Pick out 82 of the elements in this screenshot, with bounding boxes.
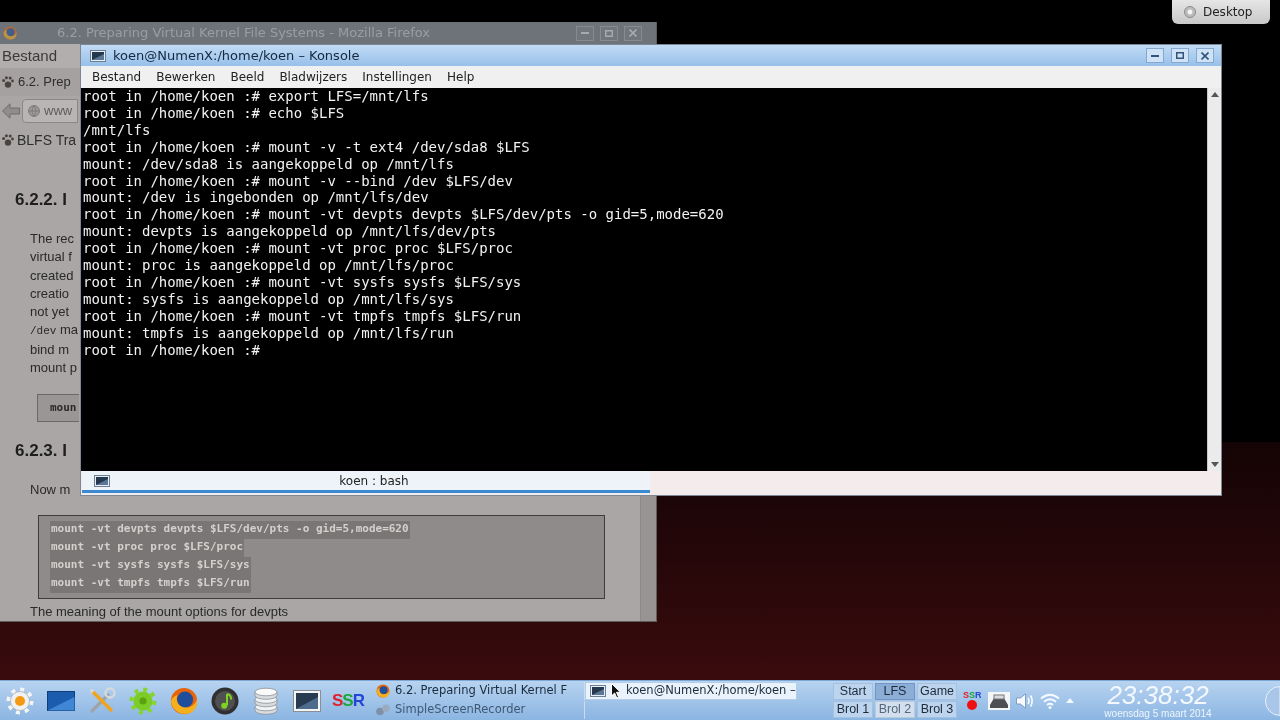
tools-icon[interactable] [88, 686, 116, 715]
monitor-icon [90, 49, 106, 62]
terminal-line: mount: proc is aangekoppeld op /mnt/lfs/proc [83, 257, 455, 274]
terminal-line: mount: devpts is aangekoppeld op /mnt/lfs/dev/pts [83, 223, 497, 241]
maximize-icon [1176, 52, 1184, 59]
music-note-icon[interactable] [211, 686, 239, 715]
mouse-pointer-icon [611, 683, 621, 699]
menu-item[interactable]: Bewerken [156, 68, 216, 86]
section-heading: 6.2.3. I [15, 440, 67, 463]
clock-time: 23:38:32 [1107, 681, 1209, 708]
globe-icon [28, 105, 40, 117]
wifi-icon[interactable] [1039, 692, 1060, 709]
browser-tab[interactable]: 6.2. Prep [2, 72, 71, 92]
command-snippet: moun [37, 394, 79, 423]
recorder-icon [376, 704, 390, 716]
desktop-switch[interactable]: Brol 2 [875, 701, 915, 718]
window-title: koen@NumenX:/home/koen – Konsole [113, 46, 360, 65]
browser-icon[interactable] [170, 686, 198, 715]
close-icon [629, 29, 637, 37]
terminal-line: root in /home/koen :# mount -vt tmpfs tmpfs $LFS/run [83, 307, 523, 325]
close-icon [1201, 51, 1209, 60]
minimize-icon [581, 32, 589, 34]
scrollbar[interactable] [1207, 88, 1221, 471]
device-icon[interactable] [987, 691, 1010, 710]
paragraph-text: The rec virtual f created creatio not yet /dev ma bind m mount p [30, 230, 79, 378]
terminal-line: root in /home/koen :# mount -v -t ext4 /dev/sda8 $LFS [83, 138, 531, 156]
desktop-switch[interactable]: Brol 3 [917, 701, 957, 718]
paragraph-text: The meaning of the mount options for devpts [30, 602, 288, 621]
terminal-line: mount: sysfs is aangekoppeld op /mnt/lfs/sys [83, 290, 455, 308]
clock-date: woensdag 5 maart 2014 [1104, 707, 1212, 720]
terminal-line: root in /home/koen :# echo $LFS [83, 104, 346, 122]
close-button[interactable] [1196, 48, 1214, 63]
terminal-line: root in /home/koen :# mount -vt devpts devpts $LFS/dev/pts -o gid=5,mode=620 [83, 206, 725, 224]
terminal-line: root in /home/koen :# [83, 341, 261, 359]
volume-icon[interactable] [1015, 692, 1034, 709]
toolbox-icon[interactable] [1264, 685, 1280, 716]
terminal-line: mount: /dev/sda8 is aangekoppeld op /mnt/lfs [83, 155, 455, 173]
database-icon[interactable] [252, 686, 280, 715]
terminal-tab[interactable]: koen : bash [82, 471, 650, 493]
desktop-switch[interactable]: Brol 1 [833, 701, 873, 718]
section-heading: 6.2.2. I [15, 189, 67, 211]
app-logo[interactable]: SSR [332, 692, 364, 709]
gear-icon[interactable] [129, 686, 157, 715]
menu-item[interactable]: Beeld [230, 68, 265, 86]
maximize-button[interactable] [1171, 48, 1189, 63]
maximize-icon [605, 29, 613, 37]
terminal-line: /mnt/lfs [83, 121, 152, 139]
paragraph-text: Now m [30, 481, 71, 500]
menu-item[interactable]: Help [446, 68, 475, 86]
desktop-switch[interactable]: Game [917, 683, 957, 700]
terminal-line: mount: /dev is ingebonden op /mnt/lfs/dev [83, 189, 430, 207]
monitor-icon[interactable] [293, 689, 321, 712]
menu-item[interactable]: Bestand [92, 68, 142, 86]
task-button[interactable]: SimpleScreenRecorder [372, 701, 585, 719]
minimize-icon [1151, 54, 1159, 57]
terminal-line: root in /home/koen :# mount -v --bind /dev $LFS/dev [83, 172, 514, 190]
back-icon[interactable] [2, 103, 20, 119]
terminal-line: root in /home/koen :# mount -vt sysfs sysfs $LFS/sys [83, 273, 523, 291]
task-button[interactable]: koen@NumenX:/home/koen – [585, 682, 797, 700]
terminal-line: mount: tmpfs is aangekoppeld op /mnt/lfs/run [83, 324, 455, 342]
browser-icon [3, 26, 17, 40]
desktop-switch[interactable]: Start [833, 683, 873, 700]
screen-icon[interactable] [47, 690, 75, 711]
scroll-up-icon[interactable] [1210, 92, 1219, 97]
menu-item[interactable]: Bestand [2, 44, 58, 68]
desktop-switch[interactable]: LFS [875, 683, 915, 700]
terminal-line: root in /home/koen :# export LFS=/mnt/lfs [83, 88, 430, 105]
terminal-line: root in /home/koen :# mount -vt proc proc $LFS/proc [83, 240, 514, 258]
monitor-icon [94, 474, 110, 487]
desktop-toolbox-button[interactable]: Desktop [1172, 0, 1270, 24]
paw-icon [2, 134, 14, 146]
browser-icon [376, 684, 390, 698]
bookmark-item[interactable]: BLFS Tra [2, 129, 77, 151]
monitor-icon [590, 685, 606, 697]
toolbox-icon [1184, 6, 1196, 18]
recorder-logo[interactable]: SSR [963, 691, 982, 700]
menu-item[interactable]: Instellingen [362, 68, 432, 86]
minimize-button[interactable] [1146, 48, 1164, 63]
menu-item[interactable]: Bladwijzers [279, 68, 348, 86]
scroll-down-icon[interactable] [1210, 462, 1219, 467]
caret-up-icon[interactable] [1065, 698, 1074, 703]
paw-icon [2, 76, 14, 88]
